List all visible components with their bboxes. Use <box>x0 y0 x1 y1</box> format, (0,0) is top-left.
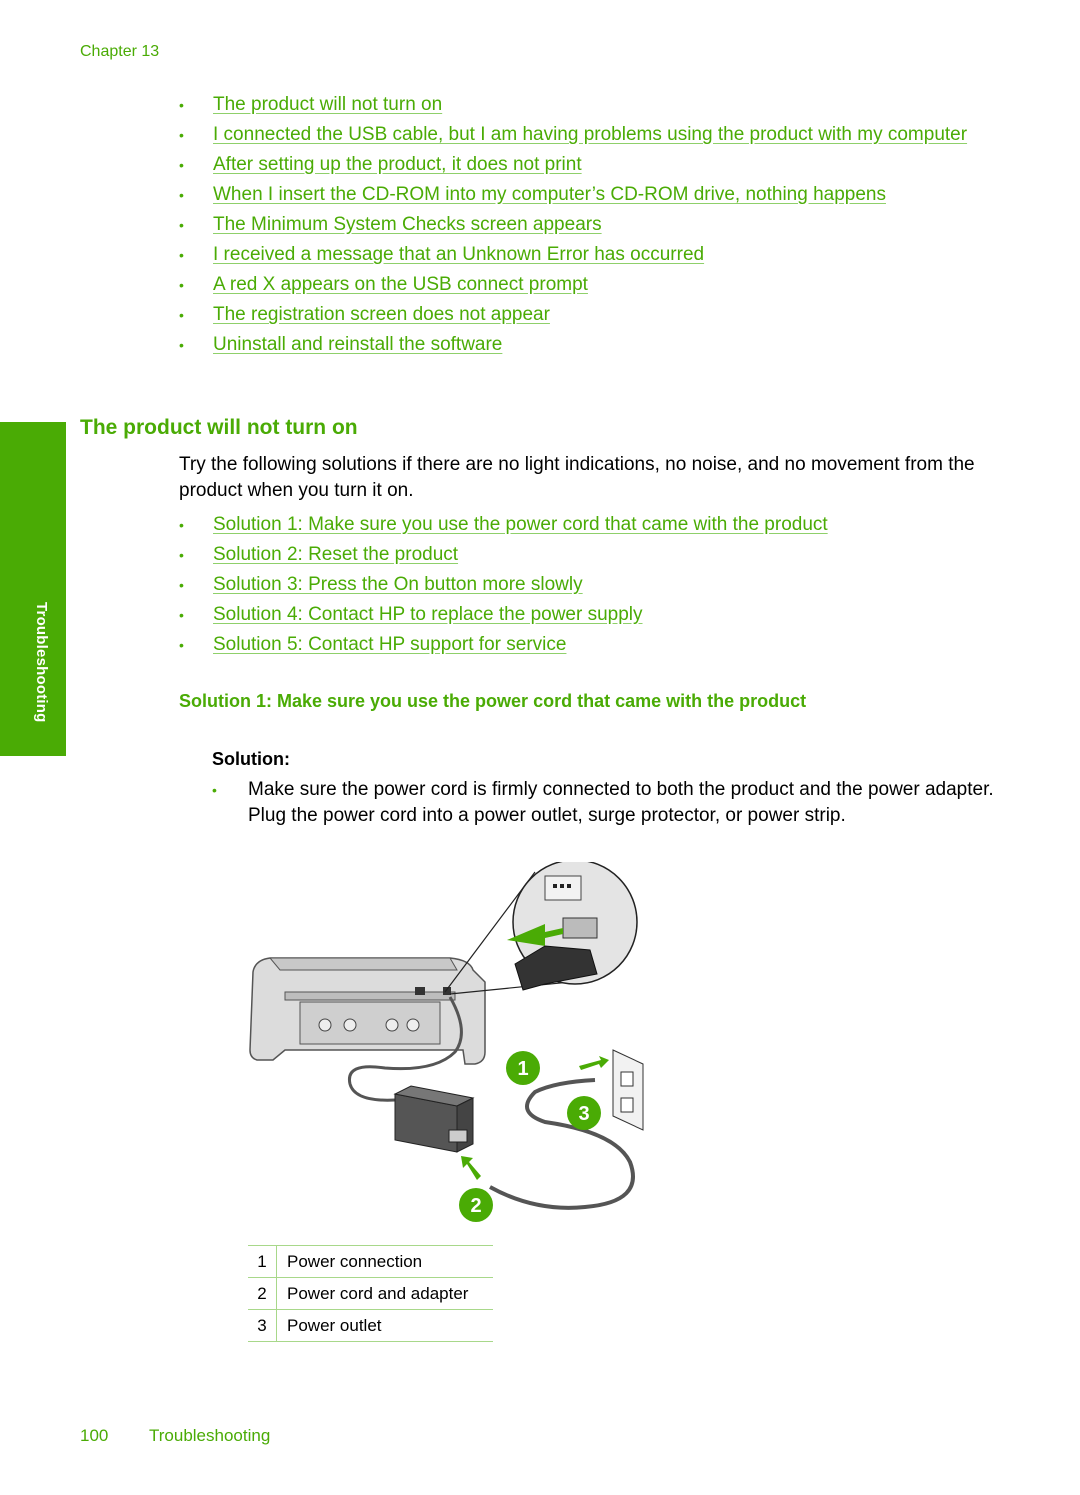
bullet-icon: • <box>212 782 217 798</box>
solution-link[interactable]: Solution 3: Press the On button more slo… <box>213 574 583 595</box>
solution-link[interactable]: Solution 1: Make sure you use the power … <box>213 514 828 535</box>
toc-item: • After setting up the product, it does n… <box>179 152 983 178</box>
bullet-icon: • <box>179 517 184 533</box>
side-tab-label: Troubleshooting <box>33 602 50 723</box>
toc-link[interactable]: The product will not turn on <box>213 94 442 115</box>
chapter-header: Chapter 13 <box>80 43 160 60</box>
page-number: 100 <box>80 1426 109 1445</box>
solution-item: • Solution 4: Contact HP to replace the p… <box>179 602 983 628</box>
toc-link[interactable]: The registration screen does not appear <box>213 304 550 325</box>
solution-step-text: Make sure the power cord is firmly conne… <box>248 779 994 826</box>
bullet-icon: • <box>179 247 184 263</box>
bullet-icon: • <box>179 607 184 623</box>
section-intro: Try the following solutions if there are… <box>179 454 975 501</box>
solution-link[interactable]: Solution 4: Contact HP to replace the po… <box>213 604 643 625</box>
toc-link[interactable]: When I insert the CD-ROM into my compute… <box>213 184 886 205</box>
toc-item: • A red X appears on the USB connect prom… <box>179 272 983 298</box>
toc-link[interactable]: A red X appears on the USB connect promp… <box>213 274 588 295</box>
callout-2: 2 <box>459 1188 493 1222</box>
table-row: 2 Power cord and adapter <box>248 1277 493 1310</box>
wall-outlet-illustration <box>612 1049 644 1131</box>
svg-text:1: 1 <box>517 1058 528 1080</box>
solution1-heading: Solution 1: Make sure you use the power … <box>179 691 807 711</box>
table-row: 1 Power connection <box>248 1245 493 1278</box>
toc-link-list: • The product will not turn on • I connect… <box>179 92 983 362</box>
solution-link[interactable]: Solution 5: Contact HP support for servi… <box>213 634 566 655</box>
toc-link[interactable]: I received a message that an Unknown Err… <box>213 244 704 265</box>
solution-label: Solution: <box>212 749 290 769</box>
table-row: 3 Power outlet <box>248 1309 493 1342</box>
arrow-icon <box>461 1156 481 1180</box>
toc-item: • The Minimum System Checks screen appear… <box>179 212 983 238</box>
power-adapter-illustration <box>393 1085 475 1153</box>
solution-link-list: • Solution 1: Make sure you use the power… <box>179 512 983 662</box>
arrow-icon <box>579 1056 609 1070</box>
svg-text:2: 2 <box>470 1195 481 1217</box>
section-title: The product will not turn on <box>80 416 358 439</box>
solution-step: • Make sure the power cord is firmly con… <box>212 777 1028 829</box>
side-tab-troubleshooting: Troubleshooting <box>0 422 66 756</box>
toc-item: • The registration screen does not appear <box>179 302 983 328</box>
legend-text: Power cord and adapter <box>276 1277 493 1310</box>
figure-legend-table: 1 Power connection 2 Power cord and adap… <box>248 1245 493 1342</box>
toc-link[interactable]: The Minimum System Checks screen appears <box>213 214 602 235</box>
bullet-icon: • <box>179 577 184 593</box>
legend-text: Power connection <box>276 1245 493 1278</box>
bullet-icon: • <box>179 187 184 203</box>
toc-link[interactable]: After setting up the product, it does no… <box>213 154 582 175</box>
footer-section-title: Troubleshooting <box>149 1426 271 1445</box>
toc-item: • I connected the USB cable, but I am hav… <box>179 122 983 148</box>
bullet-icon: • <box>179 97 184 113</box>
toc-link[interactable]: I connected the USB cable, but I am havi… <box>213 124 967 145</box>
toc-item: • When I insert the CD-ROM into my comput… <box>179 182 983 208</box>
toc-item: • I received a message that an Unknown Er… <box>179 242 983 268</box>
solution-item: • Solution 5: Contact HP support for serv… <box>179 632 983 658</box>
power-connection-illustration: 1 2 3 <box>245 859 665 1232</box>
solution-link[interactable]: Solution 2: Reset the product <box>213 544 458 565</box>
printer-illustration <box>249 957 486 1065</box>
svg-text:3: 3 <box>578 1103 589 1125</box>
legend-number: 3 <box>248 1309 277 1342</box>
callout-1: 1 <box>506 1051 540 1085</box>
solution-item: • Solution 2: Reset the product <box>179 542 983 568</box>
legend-text: Power outlet <box>276 1309 493 1342</box>
bullet-icon: • <box>179 547 184 563</box>
bullet-icon: • <box>179 637 184 653</box>
bullet-icon: • <box>179 217 184 233</box>
bullet-icon: • <box>179 127 184 143</box>
solution-item: • Solution 1: Make sure you use the power… <box>179 512 983 538</box>
bullet-icon: • <box>179 307 184 323</box>
toc-item: • The product will not turn on <box>179 92 983 118</box>
bullet-icon: • <box>179 337 184 353</box>
legend-number: 1 <box>248 1245 277 1278</box>
toc-item: • Uninstall and reinstall the software <box>179 332 983 358</box>
bullet-icon: • <box>179 277 184 293</box>
bullet-icon: • <box>179 157 184 173</box>
legend-number: 2 <box>248 1277 277 1310</box>
solution-item: • Solution 3: Press the On button more sl… <box>179 572 983 598</box>
toc-link[interactable]: Uninstall and reinstall the software <box>213 334 502 355</box>
callout-3: 3 <box>567 1096 601 1130</box>
